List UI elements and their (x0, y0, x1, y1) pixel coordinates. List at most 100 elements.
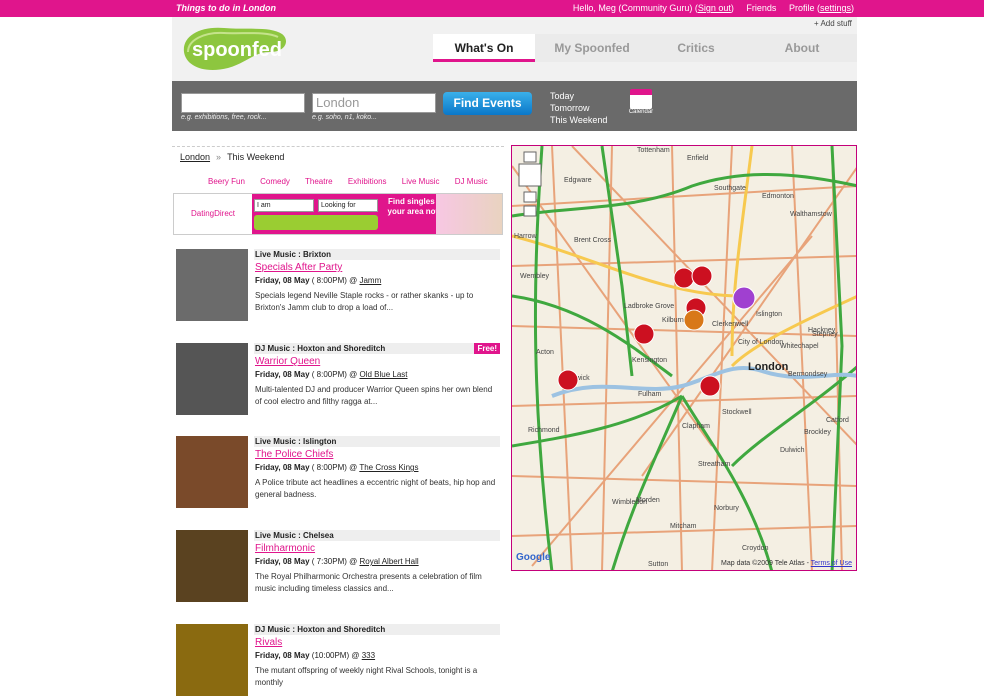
svg-text:Bermondsey: Bermondsey (788, 371, 828, 378)
settings-link[interactable]: settings (820, 3, 851, 13)
svg-text:Harrow: Harrow (514, 233, 538, 240)
event-title-link[interactable]: Warrior Queen (255, 356, 320, 367)
google-logo: Google (516, 552, 551, 563)
category-link[interactable]: Live Music (402, 177, 440, 186)
svg-text:Southgate: Southgate (714, 185, 746, 192)
breadcrumb-home[interactable]: London (180, 152, 210, 162)
event-thumbnail[interactable] (176, 530, 248, 602)
map-marker-live-music (699, 375, 721, 397)
event-title-link[interactable]: Filmharmonic (255, 543, 315, 554)
ad-go-button[interactable] (254, 215, 378, 230)
signout-link[interactable]: Sign out (698, 3, 731, 13)
category-link[interactable]: Theatre (305, 177, 333, 186)
event-item: Live Music : Chelsea Filmharmonic Friday… (176, 530, 500, 604)
tab-my-spoonfed[interactable]: My Spoonfed (541, 34, 643, 62)
search-bar: e.g. exhibitions, free, rock... London e… (172, 81, 857, 131)
event-title-link[interactable]: Specials After Party (255, 262, 342, 273)
user-menu: Hello, Meg (Community Guru) (Sign out) F… (572, 3, 854, 13)
venue-link[interactable]: Jamm (359, 276, 381, 285)
venue-link[interactable]: The Cross Kings (359, 463, 418, 472)
event-category: Live Music : Chelsea (254, 530, 500, 541)
map-marker-live-music (633, 323, 655, 345)
svg-text:Dulwich: Dulwich (780, 447, 805, 454)
event-category: Live Music : Islington (254, 436, 500, 447)
calendar-label: Calendar (628, 109, 654, 115)
svg-text:Acton: Acton (536, 349, 554, 356)
profile-link[interactable]: Profile (789, 3, 815, 13)
when-this-weekend[interactable]: This Weekend (550, 114, 607, 126)
event-category: DJ Music : Hoxton and Shoreditch (254, 624, 500, 635)
svg-text:Walthamstow: Walthamstow (790, 211, 833, 218)
map-label-london: London (748, 361, 789, 373)
ad-select-looking-for[interactable]: Looking for (318, 199, 378, 212)
map-marker-live-music (557, 369, 579, 391)
category-links: Beery Fun Comedy Theatre Exhibitions Liv… (208, 177, 501, 186)
category-link[interactable]: Exhibitions (348, 177, 387, 186)
events-map[interactable]: London Tottenham Edgware Enfield Southga… (511, 145, 857, 571)
category-link[interactable]: DJ Music (455, 177, 488, 186)
event-thumbnail[interactable] (176, 249, 248, 321)
event-item: Live Music : Brixton Specials After Part… (176, 249, 500, 323)
venue-link[interactable]: 333 (362, 651, 375, 660)
category-link[interactable]: Comedy (260, 177, 290, 186)
what-hint: e.g. exhibitions, free, rock... (181, 114, 267, 121)
greeting: Hello, Meg (Community Guru) (572, 3, 693, 13)
map-trunk-roads (512, 146, 856, 570)
breadcrumb: London» This Weekend (180, 152, 285, 162)
svg-text:Stockwell: Stockwell (722, 409, 752, 416)
event-description: A Police tribute act headlines a eccentr… (255, 478, 496, 499)
svg-text:Sutton: Sutton (648, 561, 668, 568)
tab-critics[interactable]: Critics (645, 34, 747, 62)
when-tomorrow[interactable]: Tomorrow (550, 102, 607, 114)
event-category: Live Music : Brixton (254, 249, 500, 260)
what-input[interactable] (181, 93, 305, 113)
svg-text:Enfield: Enfield (687, 155, 709, 162)
dating-ad-banner[interactable]: DatingDirect I am Looking for Find singl… (173, 193, 503, 235)
tagline: Things to do in London (176, 3, 276, 13)
map-marker-live-music (691, 265, 713, 287)
venue-link[interactable]: Old Blue Last (359, 370, 407, 379)
event-datetime: Friday, 08 May ( 8:00PM) @ The Cross Kin… (255, 463, 419, 472)
event-thumbnail[interactable] (176, 624, 248, 696)
svg-text:Islington: Islington (756, 311, 782, 318)
map-canvas[interactable]: London Tottenham Edgware Enfield Southga… (512, 146, 857, 571)
map-terms-link[interactable]: Terms of Use (811, 560, 852, 567)
event-datetime: Friday, 08 May ( 8:00PM) @ Jamm (255, 276, 382, 285)
event-item: DJ Music : Hoxton and Shoreditch Rivals … (176, 624, 500, 698)
event-item: DJ Music : Hoxton and Shoreditch Free! W… (176, 343, 500, 417)
event-title-link[interactable]: The Police Chiefs (255, 449, 333, 460)
calendar-button[interactable]: Calendar (628, 89, 654, 123)
map-copyright: Map data ©2009 Tele Atlas - Terms of Use (721, 560, 852, 567)
event-thumbnail[interactable] (176, 343, 248, 415)
when-links: Today Tomorrow This Weekend (550, 90, 607, 126)
svg-text:Wembley: Wembley (520, 273, 550, 280)
add-stuff-link[interactable]: + Add stuff (814, 19, 852, 28)
svg-text:Clerkenwell: Clerkenwell (712, 321, 749, 328)
event-title-link[interactable]: Rivals (255, 637, 282, 648)
find-events-button[interactable]: Find Events (443, 92, 532, 115)
event-datetime: Friday, 08 May ( 8:00PM) @ Old Blue Last (255, 370, 408, 379)
when-today[interactable]: Today (550, 90, 607, 102)
svg-text:Croydon: Croydon (742, 545, 769, 552)
friends-link[interactable]: Friends (746, 3, 776, 13)
top-bar: Things to do in London Hello, Meg (Commu… (0, 0, 984, 17)
event-datetime: Friday, 08 May ( 7:30PM) @ Royal Albert … (255, 557, 419, 566)
event-category: DJ Music : Hoxton and Shoreditch (254, 343, 500, 354)
svg-text:Edgware: Edgware (564, 177, 592, 184)
category-link[interactable]: Beery Fun (208, 177, 245, 186)
ad-select-i-am[interactable]: I am (254, 199, 314, 212)
ad-brand: DatingDirect (174, 194, 252, 234)
svg-text:Ladbroke Grove: Ladbroke Grove (624, 303, 674, 310)
calendar-icon (630, 89, 652, 109)
ad-photo (436, 194, 502, 234)
tab-whats-on[interactable]: What's On (433, 34, 535, 62)
venue-link[interactable]: Royal Albert Hall (359, 557, 418, 566)
event-thumbnail[interactable] (176, 436, 248, 508)
svg-text:City of London: City of London (738, 339, 783, 346)
svg-text:Tottenham: Tottenham (637, 147, 670, 154)
where-input[interactable]: London (312, 93, 436, 113)
svg-text:Mitcham: Mitcham (670, 523, 697, 530)
logo-text: spoonfed (192, 39, 282, 61)
tab-about[interactable]: About (751, 34, 853, 62)
spoonfed-logo[interactable]: spoonfed (178, 22, 290, 74)
